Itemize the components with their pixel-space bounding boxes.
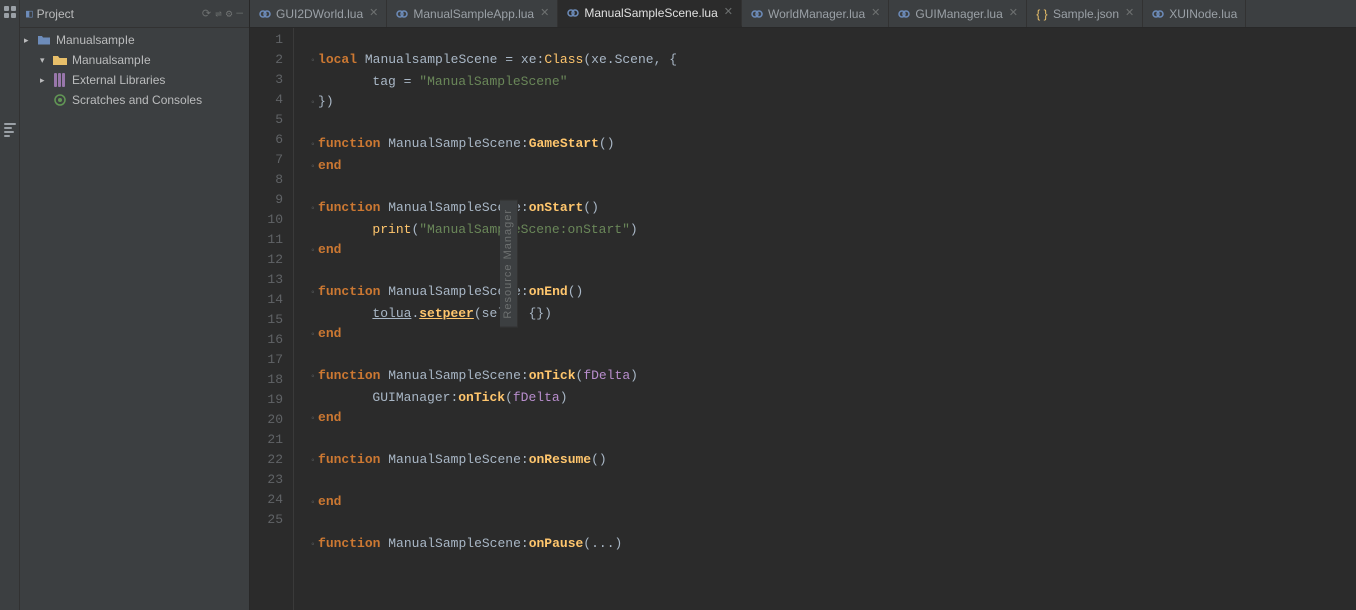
line-numbers: 1 2 3 4 5 6 7 8 9 10 11 12 13 14 15 16 1… — [250, 28, 294, 610]
tree-arrow-ext: ▸ — [40, 75, 52, 86]
code-line-21: ◦function ManualSampleScene:onResume() — [306, 450, 1356, 472]
panel-action-settings[interactable]: ⚙ — [226, 7, 233, 21]
tab-close-samplejson[interactable]: ✕ — [1125, 8, 1134, 19]
panel-action-sync[interactable]: ⟳ — [202, 7, 211, 21]
main-area: GUI2DWorld.lua ✕ ManualSampleApp.lua ✕ M… — [250, 0, 1356, 610]
tab-label-worldmanager: WorldManager.lua — [768, 7, 865, 21]
fold-15[interactable]: ◦ — [310, 326, 316, 346]
tab-icon-guimanager — [897, 7, 911, 21]
fold-23[interactable]: ◦ — [310, 494, 316, 514]
tab-label-guimanager: GUIManager.lua — [915, 7, 1002, 21]
tree-arrow-project: ▸ — [24, 35, 36, 46]
code-line-18: GUIManager:onTick(fDelta) — [306, 388, 1356, 408]
panel-header-title: Project — [37, 7, 198, 21]
fold-4[interactable]: ◦ — [310, 94, 316, 114]
tree-item-manualsample[interactable]: ▾ ManualsampIe — [20, 50, 249, 70]
fold-9[interactable]: ◦ — [310, 200, 316, 220]
tab-label-manualsampleapp: ManualSampleApp.lua — [413, 7, 534, 21]
tab-label-gui2dworld: GUI2DWorld.lua — [276, 7, 363, 21]
fold-11[interactable]: ◦ — [310, 242, 316, 262]
code-line-22 — [306, 472, 1356, 492]
tab-label-xuinode: XUINode.lua — [1169, 7, 1237, 21]
code-line-20 — [306, 430, 1356, 450]
code-line-2: ◦local ManualsampleScene = xe:Class(xe.S… — [306, 50, 1356, 72]
project-panel: ◧ Project ⟳ ⇌ ⚙ — ▸ ManualsampIe ▾ — [20, 0, 250, 610]
editor-area[interactable]: 1 2 3 4 5 6 7 8 9 10 11 12 13 14 15 16 1… — [250, 28, 1356, 610]
panel-action-minimize[interactable]: — — [236, 8, 243, 20]
tab-label-manualsamplescene: ManualSampleScene.lua — [584, 6, 717, 20]
tab-manualsampleapp[interactable]: ManualSampleApp.lua ✕ — [387, 0, 558, 27]
panel-header-actions: ⟳ ⇌ ⚙ — — [202, 7, 243, 21]
activity-bar — [0, 0, 20, 610]
panel-action-split[interactable]: ⇌ — [215, 7, 222, 21]
code-line-15: ◦end — [306, 324, 1356, 346]
code-line-9: ◦function ManualSampleScene:onStart() — [306, 198, 1356, 220]
code-line-1 — [306, 30, 1356, 50]
fold-25[interactable]: ◦ — [310, 536, 316, 556]
ext-lib-icon — [52, 72, 68, 88]
tab-icon-gui2dworld — [258, 7, 272, 21]
project-folder-icon — [36, 32, 52, 48]
tab-label-samplejson: Sample.json — [1053, 7, 1119, 21]
tab-samplejson[interactable]: { } Sample.json ✕ — [1027, 0, 1143, 27]
code-line-3: tag = "ManualSampleScene" — [306, 72, 1356, 92]
project-icon[interactable] — [2, 4, 18, 20]
scratches-icon — [52, 92, 68, 108]
code-line-6: ◦function ManualSampleScene:GameStart() — [306, 134, 1356, 156]
tab-close-manualsamplescene[interactable]: ✕ — [724, 7, 733, 18]
tab-close-guimanager[interactable]: ✕ — [1009, 8, 1018, 19]
folder-icon-manualsample — [52, 52, 68, 68]
code-line-10: print("ManualSampleScene:onStart") — [306, 220, 1356, 240]
structure-icon[interactable] — [2, 122, 18, 138]
tab-icon-worldmanager — [750, 7, 764, 21]
tree-item-project[interactable]: ▸ ManualsampIe — [20, 30, 249, 50]
code-line-11: ◦end — [306, 240, 1356, 262]
tab-icon-xuinode — [1151, 7, 1165, 21]
code-editor[interactable]: ◦local ManualsampleScene = xe:Class(xe.S… — [294, 28, 1356, 610]
fold-2[interactable]: ◦ — [310, 52, 316, 72]
code-line-24 — [306, 514, 1356, 534]
tab-worldmanager[interactable]: WorldManager.lua ✕ — [742, 0, 889, 27]
tab-xuinode[interactable]: XUINode.lua — [1143, 0, 1246, 27]
code-line-23: ◦end — [306, 492, 1356, 514]
tree-item-scratches-label: Scratches and Consoles — [72, 93, 202, 107]
code-line-5 — [306, 114, 1356, 134]
fold-17[interactable]: ◦ — [310, 368, 316, 388]
file-tree: ▸ ManualsampIe ▾ ManualsampIe ▸ — [20, 28, 249, 610]
fold-6[interactable]: ◦ — [310, 136, 316, 156]
tab-close-gui2dworld[interactable]: ✕ — [369, 8, 378, 19]
fold-21[interactable]: ◦ — [310, 452, 316, 472]
tab-icon-manualsamplescene — [566, 6, 580, 20]
tab-close-worldmanager[interactable]: ✕ — [871, 8, 880, 19]
tree-arrow-manualsample: ▾ — [40, 55, 52, 66]
fold-19[interactable]: ◦ — [310, 410, 316, 430]
tree-item-scratches[interactable]: Scratches and Consoles — [20, 90, 249, 110]
code-line-25: ◦function ManualSampleScene:onPause(...) — [306, 534, 1356, 556]
project-header-icon: ◧ — [26, 7, 33, 21]
tree-item-manualsample-label: ManualsampIe — [72, 53, 151, 67]
code-line-7: ◦end — [306, 156, 1356, 178]
tab-icon-manualsampleapp — [395, 7, 409, 21]
tree-item-ext-label: External Libraries — [72, 73, 165, 87]
tab-manualsamplescene[interactable]: ManualSampleScene.lua ✕ — [558, 0, 742, 27]
tab-icon-samplejson: { } — [1035, 7, 1049, 21]
tree-item-project-label: ManualsampIe — [56, 33, 135, 47]
panel-header: ◧ Project ⟳ ⇌ ⚙ — — [20, 0, 249, 28]
tab-gui2dworld[interactable]: GUI2DWorld.lua ✕ — [250, 0, 387, 27]
fold-13[interactable]: ◦ — [310, 284, 316, 304]
code-line-16 — [306, 346, 1356, 366]
code-line-12 — [306, 262, 1356, 282]
code-line-19: ◦end — [306, 408, 1356, 430]
code-line-14: tolua.setpeer(self, {}) — [306, 304, 1356, 324]
tree-item-ext-libraries[interactable]: ▸ External Libraries — [20, 70, 249, 90]
tab-close-manualsampleapp[interactable]: ✕ — [540, 8, 549, 19]
tab-guimanager[interactable]: GUIManager.lua ✕ — [889, 0, 1027, 27]
fold-7[interactable]: ◦ — [310, 158, 316, 178]
code-line-17: ◦function ManualSampleScene:onTick(fDelt… — [306, 366, 1356, 388]
tabs-bar: GUI2DWorld.lua ✕ ManualSampleApp.lua ✕ M… — [250, 0, 1356, 28]
code-line-13: ◦function ManualSampleScene:onEnd() — [306, 282, 1356, 304]
resource-manager-tab[interactable]: Resource Manager — [500, 200, 518, 328]
code-line-8 — [306, 178, 1356, 198]
code-line-4: ◦}) — [306, 92, 1356, 114]
